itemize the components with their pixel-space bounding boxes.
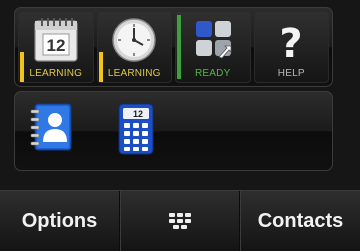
shortcut-label: LEARNING xyxy=(29,68,83,79)
clock-shortcut[interactable]: LEARNING xyxy=(96,11,172,83)
contacts-softkey[interactable]: Contacts xyxy=(240,191,360,251)
softkey-bar: Options Contacts xyxy=(0,190,360,251)
apps-shortcut[interactable]: READY xyxy=(175,11,251,83)
calendar-icon: 12 xyxy=(34,18,78,62)
calculator-shortcut[interactable]: 12 xyxy=(113,102,159,155)
shortcut-label: LEARNING xyxy=(107,68,161,79)
options-softkey[interactable]: Options xyxy=(0,191,120,251)
calendar-date: 12 xyxy=(46,36,65,55)
calculator-icon: 12 xyxy=(118,103,154,155)
contacts-book-icon xyxy=(30,103,72,151)
shortcut-bar: 12 LEARNING LEARNING READY ? HELP xyxy=(14,7,333,87)
shortcut-label: HELP xyxy=(277,68,305,79)
menu-softkey[interactable] xyxy=(120,191,240,251)
app-grid-icon xyxy=(195,21,232,59)
calculator-display: 12 xyxy=(133,109,143,119)
shortcut-label: READY xyxy=(195,68,231,79)
svg-text:?: ? xyxy=(280,21,303,63)
app-shortcut-bar: 12 xyxy=(14,91,333,171)
contacts-shortcut[interactable] xyxy=(29,102,75,152)
help-icon: ? xyxy=(280,21,303,63)
clock-icon xyxy=(112,18,156,62)
calendar-shortcut[interactable]: 12 LEARNING xyxy=(18,11,94,83)
menu-grid-icon xyxy=(169,213,191,229)
help-shortcut[interactable]: ? HELP xyxy=(253,11,329,83)
